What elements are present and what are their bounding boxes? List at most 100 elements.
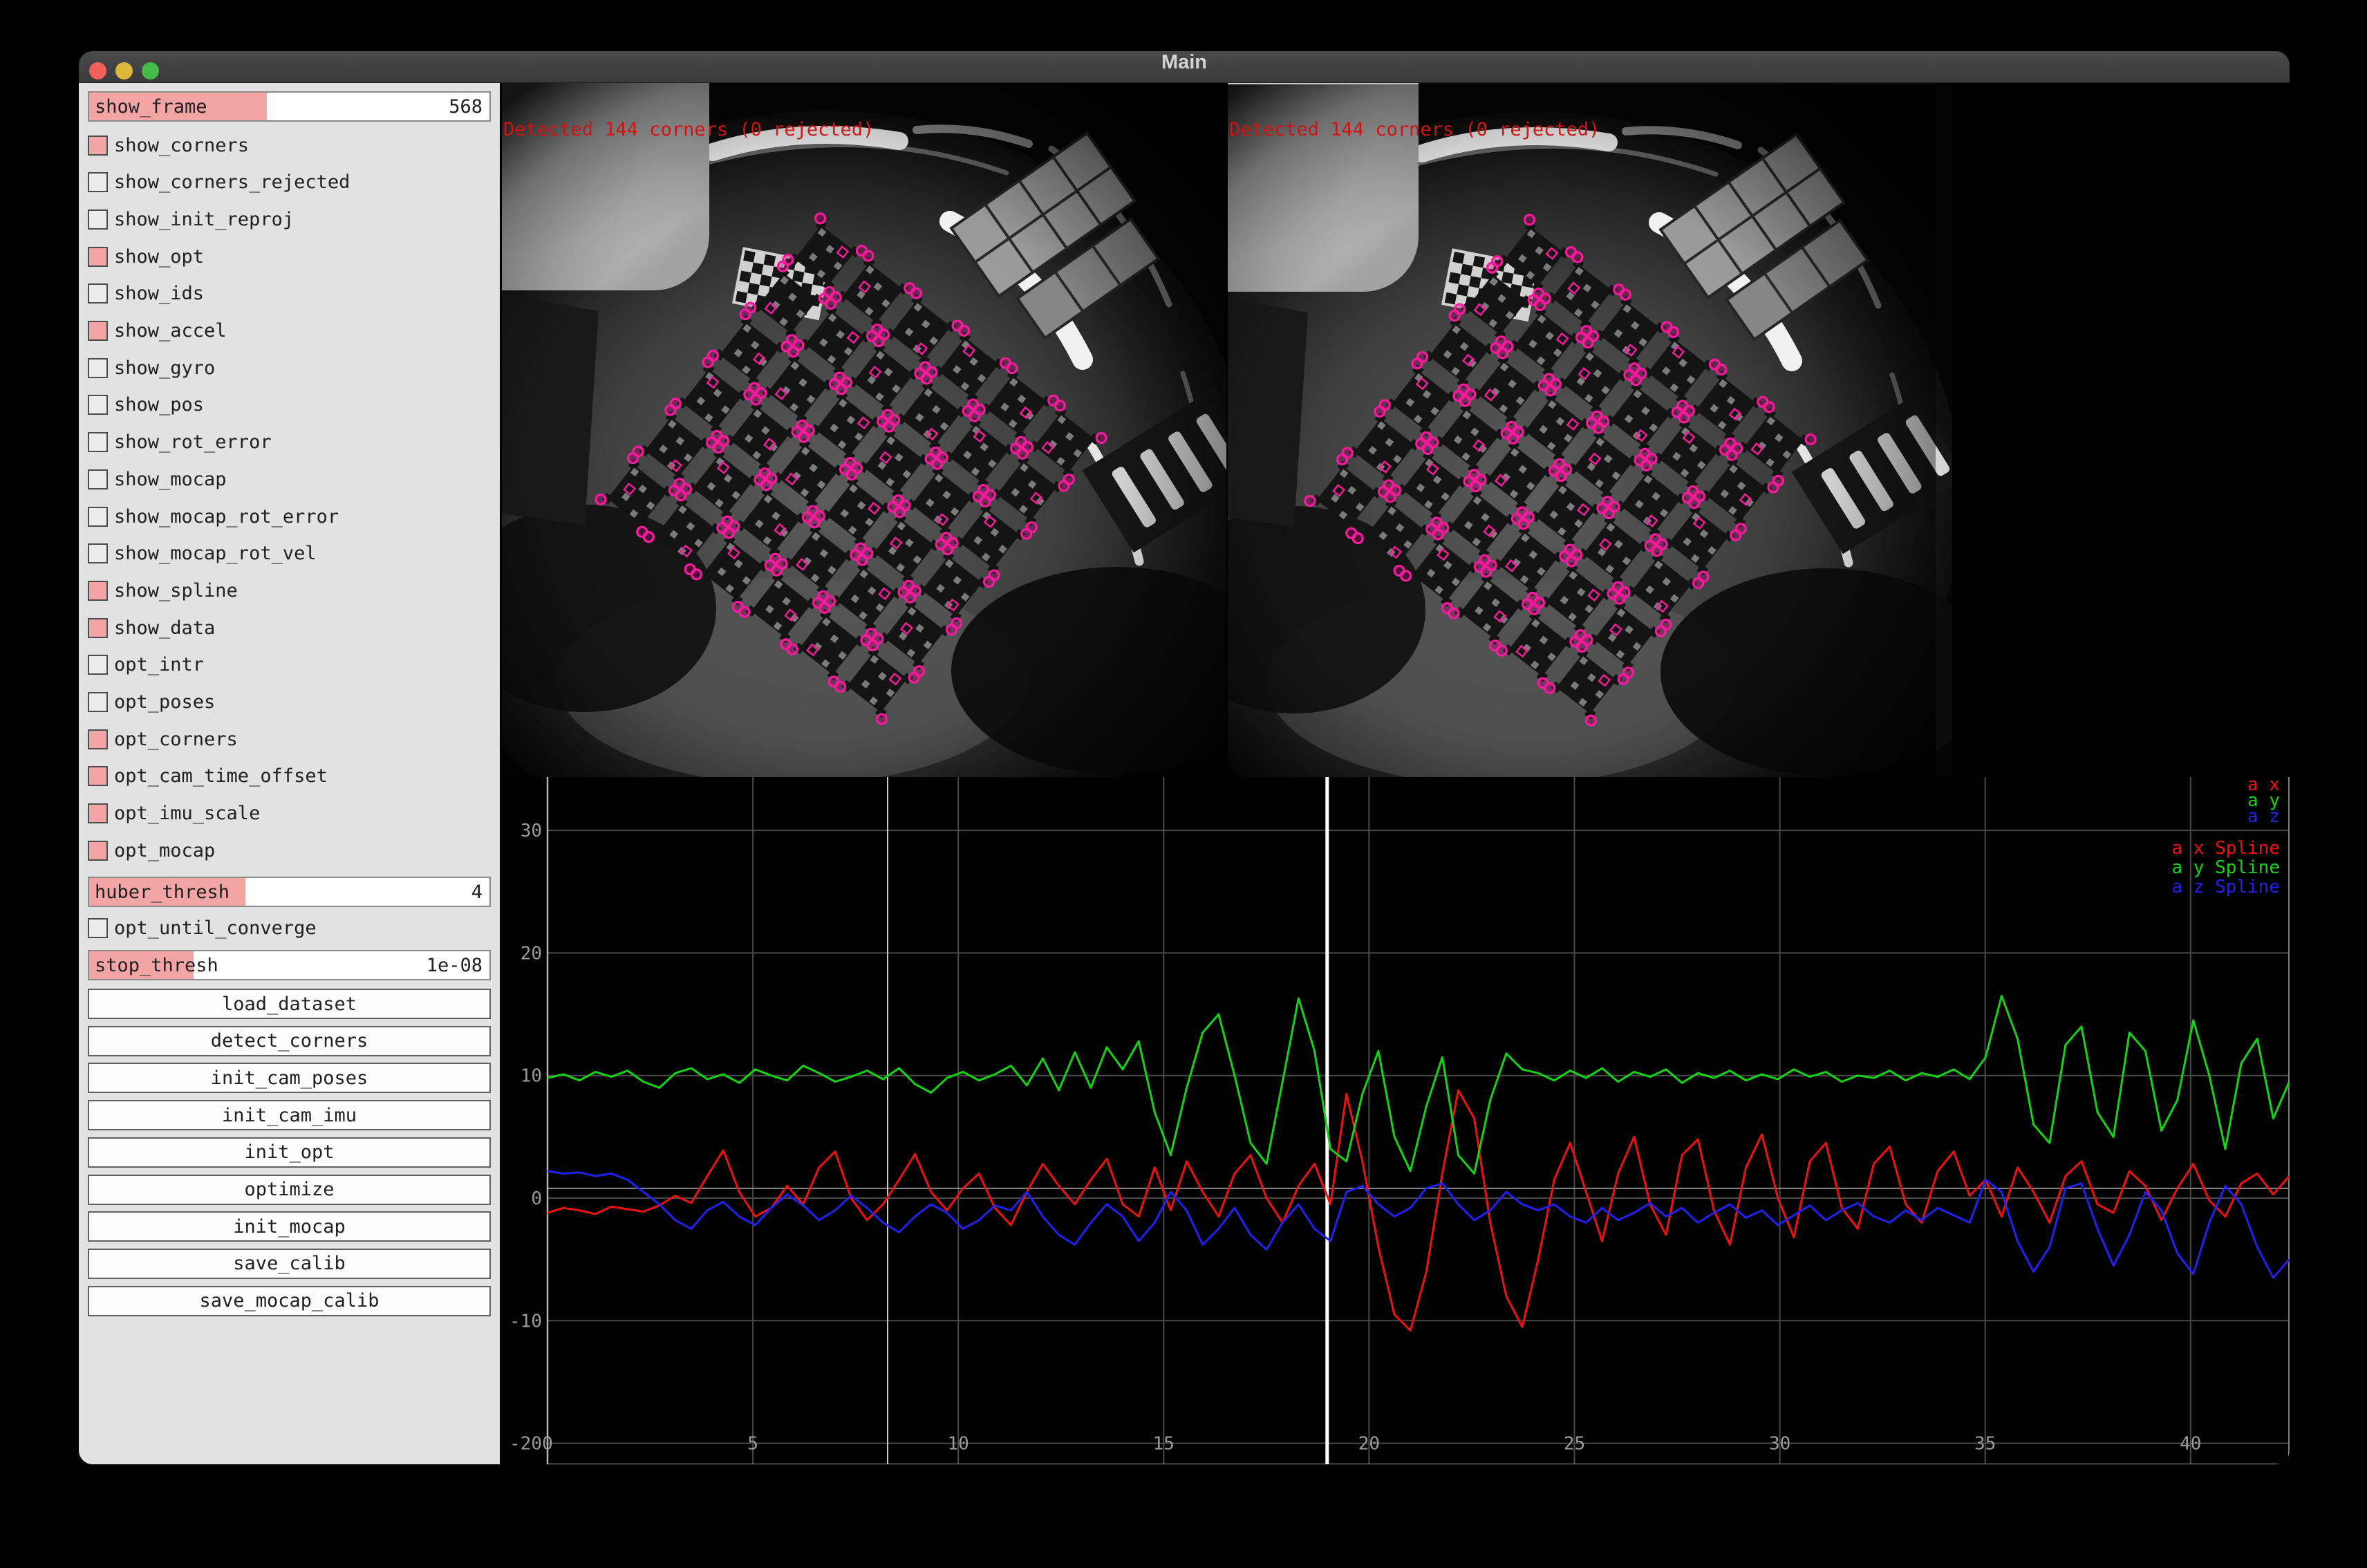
checkbox-box[interactable] bbox=[88, 543, 108, 563]
checkbox-box[interactable] bbox=[88, 469, 108, 489]
x-tick-label: 20 bbox=[1358, 1434, 1380, 1455]
button-save_calib[interactable]: save_calib bbox=[88, 1249, 491, 1279]
checkbox-show_rot_error[interactable]: show_rot_error bbox=[88, 427, 272, 458]
legend-spline-entry[interactable]: a x Spline bbox=[2171, 838, 2280, 859]
checkbox-label: opt_cam_time_offset bbox=[114, 765, 328, 787]
checkbox-label: opt_mocap bbox=[114, 840, 215, 861]
button-load_dataset[interactable]: load_dataset bbox=[88, 989, 491, 1019]
button-init_mocap[interactable]: init_mocap bbox=[88, 1211, 491, 1242]
checkbox-show_ids[interactable]: show_ids bbox=[88, 279, 204, 309]
slider-label: stop_thresh bbox=[95, 951, 218, 979]
accel-plot-panel[interactable]: 3020100-10-200510152025303540a xa ya za … bbox=[500, 777, 2290, 1464]
button-init_opt[interactable]: init_opt bbox=[88, 1137, 491, 1168]
checkbox-show_corners_rejected[interactable]: show_corners_rejected bbox=[88, 167, 350, 198]
x-tick-label: 5 bbox=[747, 1434, 758, 1455]
checkbox-label: show_init_reproj bbox=[114, 209, 294, 230]
checkbox-show_mocap_rot_vel[interactable]: show_mocap_rot_vel bbox=[88, 539, 317, 569]
checkbox-label: show_corners_rejected bbox=[114, 171, 350, 193]
x-tick-label: 0 bbox=[542, 1434, 553, 1455]
checkbox-box[interactable] bbox=[88, 918, 108, 938]
checkbox-box[interactable] bbox=[88, 803, 108, 823]
checkbox-label: show_rot_error bbox=[114, 431, 272, 453]
x-tick-label: 10 bbox=[948, 1434, 969, 1455]
checkbox-box[interactable] bbox=[88, 247, 108, 267]
checkbox-label: show_mocap bbox=[114, 469, 227, 490]
series-a-z bbox=[548, 1171, 2290, 1278]
checkbox-opt_cam_time_offset[interactable]: opt_cam_time_offset bbox=[88, 761, 328, 792]
checkbox-label: show_ids bbox=[114, 283, 204, 304]
checkbox-show_corners[interactable]: show_corners bbox=[88, 130, 249, 160]
checkbox-show_gyro[interactable]: show_gyro bbox=[88, 353, 215, 383]
y-tick-label: 10 bbox=[521, 1066, 542, 1087]
checkbox-show_mocap_rot_error[interactable]: show_mocap_rot_error bbox=[88, 501, 339, 532]
checkbox-box[interactable] bbox=[88, 581, 108, 601]
checkbox-label: opt_corners bbox=[114, 729, 238, 750]
checkbox-box[interactable] bbox=[88, 618, 108, 638]
checkbox-box[interactable] bbox=[88, 321, 108, 341]
sidebar-panel: show_frame 568 show_corners show_corners_re… bbox=[79, 83, 500, 1464]
slider-value: 568 bbox=[449, 93, 483, 120]
y-tick-label: -10 bbox=[509, 1311, 542, 1332]
checkbox-show_pos[interactable]: show_pos bbox=[88, 390, 204, 420]
checkbox-box[interactable] bbox=[88, 507, 108, 527]
checkbox-label: show_corners bbox=[114, 135, 249, 156]
x-tick-label: 35 bbox=[1974, 1434, 1996, 1455]
checkbox-opt_imu_scale[interactable]: opt_imu_scale bbox=[88, 799, 260, 829]
checkbox-label: opt_poses bbox=[114, 691, 215, 713]
checkbox-label: show_gyro bbox=[114, 357, 215, 379]
detection-status-left: Detected 144 corners (0 rejected) bbox=[503, 119, 874, 140]
window-content: show_frame 568 show_corners show_corners_re… bbox=[79, 83, 2290, 1464]
checkbox-show_accel[interactable]: show_accel bbox=[88, 316, 227, 346]
button-init_cam_poses[interactable]: init_cam_poses bbox=[88, 1063, 491, 1093]
checkbox-show_mocap[interactable]: show_mocap bbox=[88, 464, 227, 494]
checkbox-label: opt_imu_scale bbox=[114, 803, 260, 824]
button-save_mocap_calib[interactable]: save_mocap_calib bbox=[88, 1286, 491, 1316]
checkbox-opt_poses[interactable]: opt_poses bbox=[88, 687, 215, 718]
checkbox-box[interactable] bbox=[88, 358, 108, 378]
legend-spline-entry[interactable]: a y Spline bbox=[2171, 857, 2280, 878]
checkbox-box[interactable] bbox=[88, 729, 108, 749]
checkbox-opt_intr[interactable]: opt_intr bbox=[88, 650, 204, 680]
camera-view-right: Detected 144 corners (0 rejected) bbox=[1228, 83, 1952, 777]
checkbox-show_init_reproj[interactable]: show_init_reproj bbox=[88, 204, 294, 234]
checkbox-box[interactable] bbox=[88, 432, 108, 452]
checkbox-opt_mocap[interactable]: opt_mocap bbox=[88, 835, 215, 866]
checkbox-label: show_opt bbox=[114, 246, 204, 268]
x-tick-label: 30 bbox=[1769, 1434, 1790, 1455]
detection-status-right: Detected 144 corners (0 rejected) bbox=[1229, 119, 1600, 140]
button-init_cam_imu[interactable]: init_cam_imu bbox=[88, 1100, 491, 1130]
camera-view-left: Detected 144 corners (0 rejected) bbox=[502, 83, 1226, 777]
window-title: Main bbox=[79, 51, 2290, 82]
checkbox-opt_corners[interactable]: opt_corners bbox=[88, 724, 238, 754]
checkbox-box[interactable] bbox=[88, 841, 108, 861]
checkbox-show_spline[interactable]: show_spline bbox=[88, 575, 238, 606]
slider-stop_thresh[interactable]: stop_thresh1e-08 bbox=[88, 950, 491, 980]
x-tick-label: 25 bbox=[1564, 1434, 1585, 1455]
slider-show_frame[interactable]: show_frame 568 bbox=[88, 91, 491, 122]
checkbox-box[interactable] bbox=[88, 395, 108, 415]
checkbox-label: opt_until_converge bbox=[114, 917, 317, 939]
legend-spline-entry[interactable]: a z Spline bbox=[2171, 877, 2280, 897]
slider-value: 4 bbox=[471, 878, 483, 906]
slider-huber_thresh[interactable]: huber_thresh4 bbox=[88, 877, 491, 907]
legend-data-entry[interactable]: a z bbox=[2247, 806, 2280, 827]
camera-strip: Detected 144 corners (0 rejected) Detect… bbox=[500, 83, 2290, 777]
checkbox-show_opt[interactable]: show_opt bbox=[88, 241, 204, 272]
checkbox-box[interactable] bbox=[88, 692, 108, 712]
checkbox-box[interactable] bbox=[88, 283, 108, 304]
slider-label: show_frame bbox=[95, 93, 207, 120]
checkbox-label: show_accel bbox=[114, 320, 227, 342]
checkbox-label: show_data bbox=[114, 617, 215, 639]
checkbox-box[interactable] bbox=[88, 766, 108, 786]
series-a-y bbox=[548, 996, 2290, 1174]
checkbox-show_data[interactable]: show_data bbox=[88, 613, 215, 643]
checkbox-opt_until_converge[interactable]: opt_until_converge bbox=[88, 913, 317, 943]
checkbox-box[interactable] bbox=[88, 136, 108, 156]
checkbox-box[interactable] bbox=[88, 172, 108, 192]
checkbox-box[interactable] bbox=[88, 209, 108, 230]
button-detect_corners[interactable]: detect_corners bbox=[88, 1026, 491, 1056]
y-tick-label: 20 bbox=[521, 943, 542, 964]
button-optimize[interactable]: optimize bbox=[88, 1175, 491, 1205]
checkbox-box[interactable] bbox=[88, 655, 108, 675]
y-tick-label: -20 bbox=[509, 1434, 542, 1455]
